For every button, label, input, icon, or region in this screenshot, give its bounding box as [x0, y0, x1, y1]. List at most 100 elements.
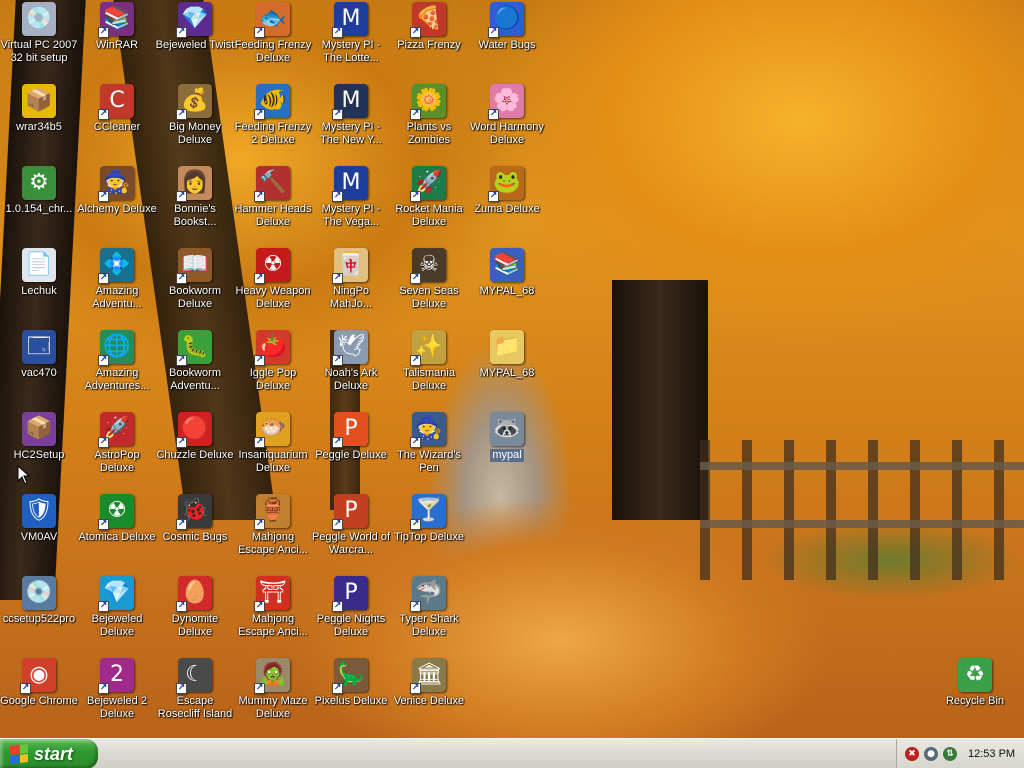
desktop-shortcut[interactable]: 📦 HC2Setup	[0, 410, 78, 492]
bookworm-icon: 🐛 ↗	[176, 330, 212, 366]
desktop-shortcut[interactable]: 📁 MYPAL_68	[468, 328, 546, 410]
desktop-shortcut[interactable]: P ↗ Peggle Deluxe	[312, 410, 390, 492]
desktop-shortcut[interactable]: 🐡 ↗ Insaniquarium Deluxe	[234, 410, 312, 492]
desktop-shortcut[interactable]: 📦 wrar34b5	[0, 82, 78, 164]
icon-label: Insaniquarium Deluxe	[238, 449, 308, 474]
desktop-shortcut[interactable]: 📄 Lechuk	[0, 246, 78, 328]
desktop-shortcut[interactable]: ♻ Recycle Bin	[936, 656, 1014, 738]
shortcut-arrow-icon: ↗	[410, 355, 421, 366]
desktop-shortcut[interactable]: 🍅 ↗ Iggle Pop Deluxe	[234, 328, 312, 410]
shortcut-arrow-icon: ↗	[254, 109, 265, 120]
icon-label: HC2Setup	[13, 449, 65, 461]
desktop-shortcut[interactable]: 🕊 ↗ Noah's Ark Deluxe	[312, 328, 390, 410]
icon-label: Seven Seas Deluxe	[399, 285, 459, 310]
desktop-shortcut[interactable]: M ↗ Mystery PI - The Lotte...	[312, 0, 390, 82]
icon-label: WinRAR	[95, 39, 139, 51]
desktop-shortcut[interactable]: 👩 ↗ Bonnie's Bookst...	[156, 164, 234, 246]
desktop-shortcut[interactable]: 🌸 ↗ Word Harmony Deluxe	[468, 82, 546, 164]
desktop-shortcut[interactable]: 🛡 VM0AV	[0, 492, 78, 574]
start-button[interactable]: start	[0, 739, 98, 768]
pixelus-icon: 🦕 ↗	[332, 658, 368, 694]
desktop-shortcut[interactable]: C ↗ CCleaner	[78, 82, 156, 164]
desktop-shortcut[interactable]: 🏛 ↗ Venice Deluxe	[390, 656, 468, 738]
recycle-bin-icon: ♻	[958, 658, 992, 692]
radiation-icon: ☢ ↗	[254, 248, 290, 284]
cosmic-bugs-icon: 🐞 ↗	[176, 494, 212, 530]
desktop-shortcut[interactable]: 🀄 ↗ NingPo MahJo...	[312, 246, 390, 328]
icon-label: MYPAL_68	[479, 285, 535, 297]
desktop-shortcut[interactable]: ✨ ↗ Talismania Deluxe	[390, 328, 468, 410]
desktop-shortcut[interactable]: 📚 MYPAL_68	[468, 246, 546, 328]
desktop-shortcut[interactable]: 💎 ↗ Bejeweled Twist	[156, 0, 234, 82]
gem-icon: 2 ↗	[98, 658, 134, 694]
shortcut-arrow-icon: ↗	[176, 437, 187, 448]
desktop-shortcut[interactable]: 📚 ↗ WinRAR	[78, 0, 156, 82]
desktop-shortcut[interactable]: ☢ ↗ Heavy Weapon Deluxe	[234, 246, 312, 328]
shortcut-arrow-icon: ↗	[254, 519, 265, 530]
desktop-shortcut[interactable]: 🍕 ↗ Pizza Frenzy	[390, 0, 468, 82]
desktop-shortcut[interactable]: 📖 ↗ Bookworm Deluxe	[156, 246, 234, 328]
shortcut-arrow-icon: ↗	[488, 191, 499, 202]
desktop-shortcut[interactable]: P ↗ Peggle World of Warcra...	[312, 492, 390, 574]
desktop-shortcut[interactable]: 🥚 ↗ Dynomite Deluxe	[156, 574, 234, 656]
installer-icon: 📦	[22, 412, 56, 446]
shield-tray-icon[interactable]: ●	[924, 747, 938, 761]
bookworm-icon: 📖 ↗	[176, 248, 212, 284]
desktop-shortcut[interactable]: 💿 ccsetup522pro	[0, 574, 78, 656]
desktop-shortcut[interactable]: ☢ ↗ Atomica Deluxe	[78, 492, 156, 574]
desktop-shortcut[interactable]: 🦕 ↗ Pixelus Deluxe	[312, 656, 390, 738]
desktop-shortcut[interactable]: 🚀 ↗ AstroPop Deluxe	[78, 410, 156, 492]
network-tray-icon[interactable]: ⇅	[943, 747, 957, 761]
desktop-shortcut[interactable]: 🦈 ↗ Typer Shark Deluxe	[390, 574, 468, 656]
desktop-shortcut[interactable]: ⛩ ↗ Mahjong Escape Anci...	[234, 574, 312, 656]
desktop-shortcut[interactable]: 🧙 ↗ The Wizard's Pen	[390, 410, 468, 492]
desktop-shortcut[interactable]: ⚙ 1.0.154_chr...	[0, 164, 78, 246]
desktop-shortcut[interactable]: 🗔 vac470	[0, 328, 78, 410]
desktop-shortcut[interactable]: 🐞 ↗ Cosmic Bugs	[156, 492, 234, 574]
desktop-shortcut[interactable]: 🌐 ↗ Amazing Adventures...	[78, 328, 156, 410]
desktop-shortcut[interactable]: 🧙 ↗ Alchemy Deluxe	[77, 164, 157, 246]
desktop-shortcut[interactable]: 🧟 ↗ Mummy Maze Deluxe	[234, 656, 312, 738]
mystery-pi-icon: M ↗	[332, 2, 368, 38]
clock[interactable]: 12:53 PM	[968, 748, 1015, 760]
icon-label: Zuma Deluxe	[474, 203, 540, 215]
desktop-shortcut[interactable]: 💠 ↗ Amazing Adventu...	[78, 246, 156, 328]
desktop-shortcut[interactable]: 💰 ↗ Big Money Deluxe	[156, 82, 234, 164]
desktop-shortcut[interactable]: 🏺 ↗ Mahjong Escape Anci...	[234, 492, 312, 574]
icon-label: Peggle Nights Deluxe	[316, 613, 386, 638]
desktop-shortcut[interactable]: 🔨 ↗ Hammer Heads Deluxe	[234, 164, 312, 246]
icon-label: ccsetup522pro	[2, 613, 76, 625]
desktop-shortcut[interactable]: 💿 Virtual PC 2007 32 bit setup	[0, 0, 78, 82]
desktop-shortcut[interactable]: P ↗ Peggle Nights Deluxe	[312, 574, 390, 656]
icon-label: Mystery PI - The New Y...	[320, 121, 382, 146]
shortcut-arrow-icon: ↗	[332, 519, 343, 530]
folder-icon: 📁	[490, 330, 524, 364]
desktop-shortcut[interactable]: 🌼 ↗ Plants vs Zombies	[390, 82, 468, 164]
desktop-shortcut[interactable]: ☠ ↗ Seven Seas Deluxe	[390, 246, 468, 328]
mahjong-tile-icon: 🏺 ↗	[254, 494, 290, 530]
security-alert-icon[interactable]: ✖	[905, 747, 919, 761]
desktop-shortcut[interactable]: 🔴 ↗ Chuzzle Deluxe	[156, 410, 234, 492]
shortcut-arrow-icon: ↗	[176, 109, 187, 120]
desktop-shortcut[interactable]: ☾ ↗ Escape Rosecliff Island	[156, 656, 234, 738]
program-icon: 🗔	[22, 330, 56, 364]
desktop-shortcut[interactable]: 2 ↗ Bejeweled 2 Deluxe	[78, 656, 156, 738]
desktop-shortcut[interactable]: M ↗ Mystery PI - The New Y...	[312, 82, 390, 164]
fish-icon: 🐟 ↗	[254, 2, 290, 38]
fish-icon: 🐠 ↗	[254, 84, 290, 120]
desktop-shortcut[interactable]: 🐟 ↗ Feeding Frenzy Deluxe	[234, 0, 312, 82]
shortcut-arrow-icon: ↗	[488, 109, 499, 120]
shortcut-arrow-icon: ↗	[98, 191, 109, 202]
desktop-shortcut[interactable]: ◉ ↗ Google Chrome	[0, 656, 78, 738]
desktop-shortcut[interactable]: 💎 ↗ Bejeweled Deluxe	[78, 574, 156, 656]
desktop-shortcut[interactable]: M ↗ Mystery PI - The Vega...	[312, 164, 390, 246]
desktop-shortcut[interactable]: 🐛 ↗ Bookworm Adventu...	[156, 328, 234, 410]
desktop-shortcut[interactable]: 🦝 mypal	[468, 410, 546, 492]
desktop-shortcut[interactable]: 🐸 ↗ Zuma Deluxe	[468, 164, 546, 246]
desktop-shortcut[interactable]: 🍸 ↗ TipTop Deluxe	[390, 492, 468, 574]
amazing-adventures-icon: 💠 ↗	[98, 248, 134, 284]
desktop-shortcut[interactable]: 🐠 ↗ Feeding Frenzy 2 Deluxe	[234, 82, 312, 164]
desktop-shortcut[interactable]: 🔵 ↗ Water Bugs	[468, 0, 546, 82]
skull-icon: ☠ ↗	[410, 248, 446, 284]
desktop-shortcut[interactable]: 🚀 ↗ Rocket Mania Deluxe	[390, 164, 468, 246]
